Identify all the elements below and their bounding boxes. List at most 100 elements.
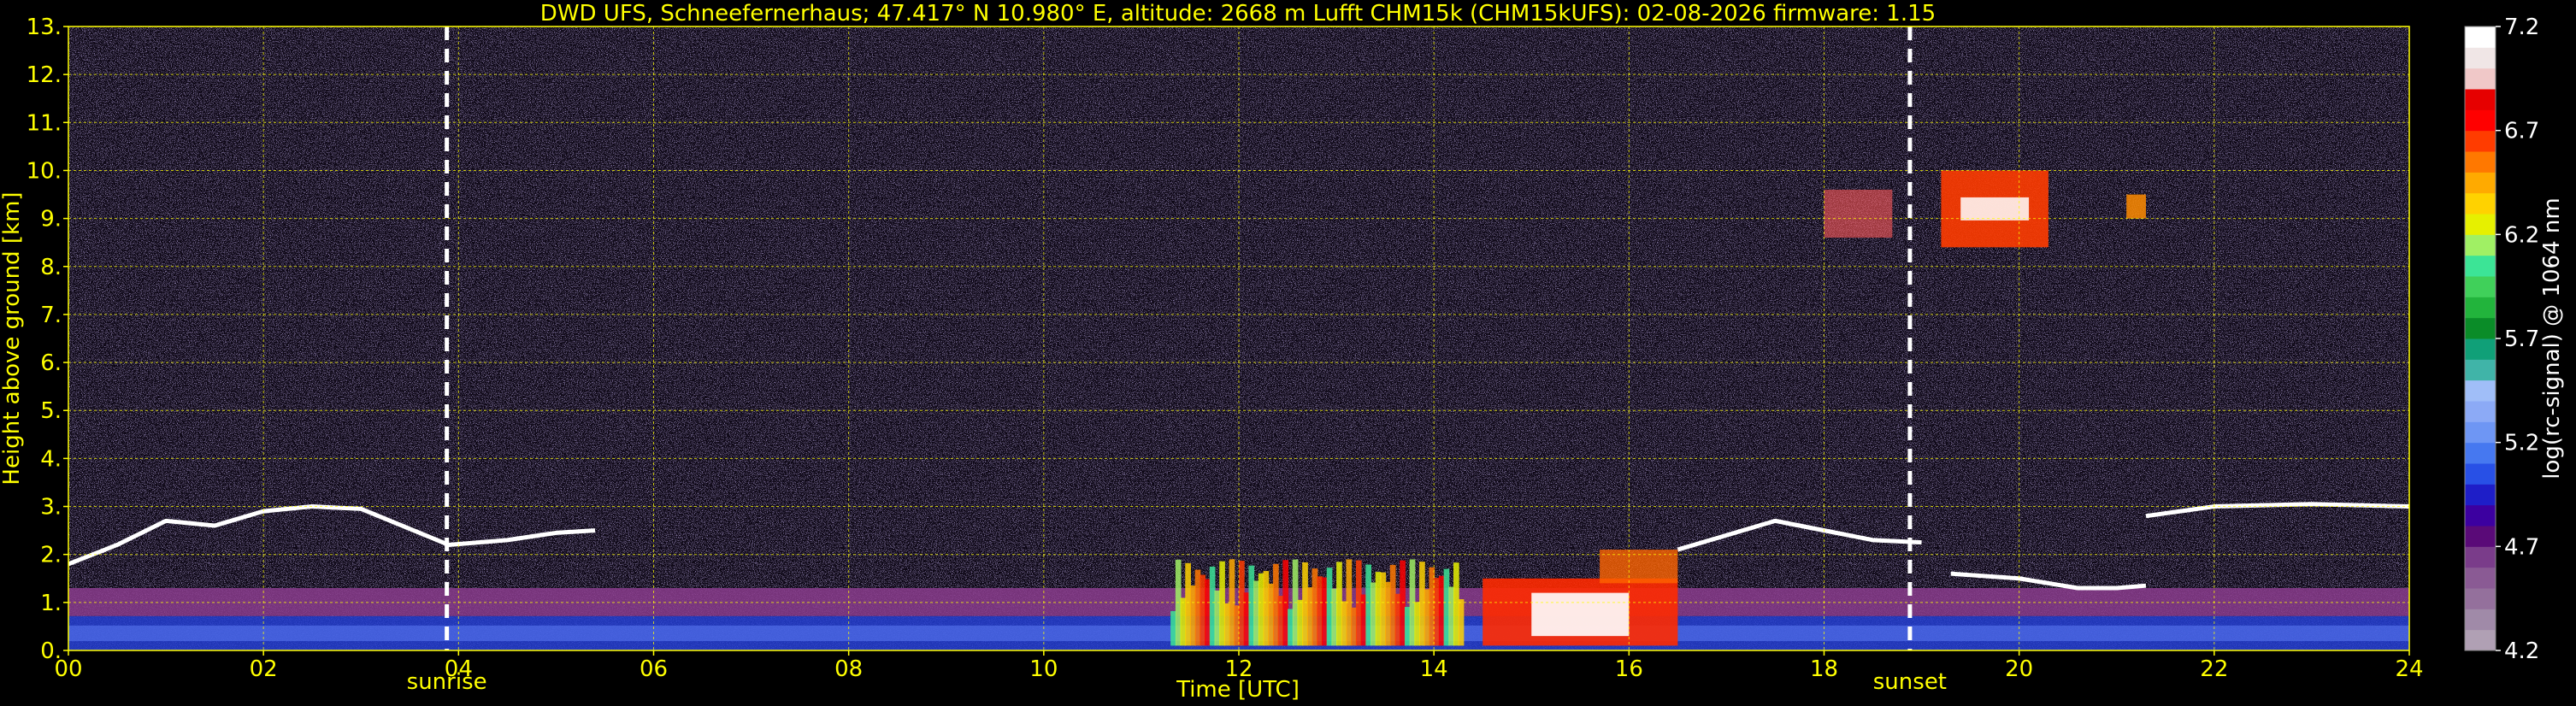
feature-convective-column bbox=[1223, 603, 1230, 646]
colorbar-tick-label: 4.7 bbox=[2504, 534, 2539, 560]
feature-convective-column bbox=[1243, 592, 1250, 646]
x-tick-label: 04 bbox=[445, 656, 473, 682]
colorbar-swatch bbox=[2465, 172, 2496, 194]
colorbar bbox=[2464, 26, 2496, 651]
colorbar-swatch bbox=[2465, 359, 2496, 381]
y-tick-label: 9. bbox=[40, 207, 62, 232]
y-tick-label: 2. bbox=[40, 543, 62, 568]
colorbar-tick-label: 6.7 bbox=[2504, 119, 2539, 144]
feature-convective-column bbox=[1288, 609, 1294, 646]
x-tick-label: 10 bbox=[1029, 656, 1058, 682]
feature-convective-column bbox=[1170, 610, 1176, 646]
feature-convective-column bbox=[1214, 590, 1221, 646]
event-label: sunset bbox=[1873, 669, 1947, 695]
colorbar-swatch bbox=[2465, 588, 2496, 609]
colorbar-swatch bbox=[2465, 484, 2496, 506]
colorbar-swatch bbox=[2465, 297, 2496, 319]
colorbar-swatch bbox=[2465, 338, 2496, 360]
colorbar-swatch bbox=[2465, 317, 2496, 339]
x-axis-label: Time [UTC] bbox=[1176, 677, 1300, 703]
colorbar-swatch bbox=[2465, 546, 2496, 568]
feature-convective-column bbox=[1375, 572, 1382, 646]
x-tick-label: 24 bbox=[2395, 656, 2423, 682]
feature-cirrus-patch bbox=[1824, 189, 1893, 238]
feature-convective-column bbox=[1253, 580, 1259, 646]
y-tick-label: 11. bbox=[27, 110, 62, 136]
colorbar-swatch bbox=[2465, 214, 2496, 235]
y-tick-label: 8. bbox=[40, 255, 62, 280]
feature-convective-column bbox=[1219, 561, 1225, 646]
feature-convective-column bbox=[1205, 579, 1211, 646]
x-tick-label: 00 bbox=[54, 656, 82, 682]
feature-convective-column bbox=[1194, 569, 1201, 646]
feature-convective-column bbox=[1189, 585, 1196, 646]
colorbar-swatch bbox=[2465, 109, 2496, 132]
y-tick-label: 13. bbox=[27, 15, 62, 40]
feature-convective-column bbox=[1424, 589, 1430, 646]
feature-convective-column bbox=[1448, 586, 1454, 646]
feature-convective-column bbox=[1258, 573, 1264, 646]
feature-convective-column bbox=[1438, 575, 1445, 646]
y-tick-label: 1. bbox=[40, 591, 62, 616]
colorbar-tick-label: 6.2 bbox=[2504, 222, 2539, 248]
x-tick-label: 14 bbox=[1420, 656, 1448, 682]
colorbar-swatch bbox=[2465, 567, 2496, 589]
y-tick-label: 12. bbox=[27, 62, 62, 88]
feature-convective-column bbox=[1321, 577, 1328, 646]
feature-convective-column bbox=[1268, 583, 1274, 646]
y-tick-label: 3. bbox=[40, 495, 62, 521]
y-tick-label: 5. bbox=[40, 398, 62, 424]
colorbar-swatch bbox=[2465, 68, 2496, 90]
feature-convective-column bbox=[1248, 565, 1255, 646]
feature-convective-column bbox=[1371, 582, 1376, 646]
colorbar-tick-label: 5.2 bbox=[2504, 431, 2539, 456]
chart-title: DWD UFS, Schneefernerhaus; 47.417° N 10.… bbox=[540, 1, 1936, 26]
colorbar-tick-label: 4.2 bbox=[2504, 638, 2539, 664]
ceilometer-chart: DWD UFS, Schneefernerhaus; 47.417° N 10.… bbox=[0, 0, 2576, 706]
colorbar-swatch bbox=[2465, 379, 2496, 402]
y-tick-label: 4. bbox=[40, 446, 62, 472]
feature-convective-column bbox=[1458, 599, 1465, 646]
feature-convective-column bbox=[1394, 593, 1401, 646]
x-tick-label: 18 bbox=[1810, 656, 1838, 682]
y-tick-label: 10. bbox=[27, 158, 62, 184]
feature-convective-column bbox=[1380, 572, 1387, 646]
x-tick-label: 06 bbox=[640, 656, 668, 682]
x-tick-label: 02 bbox=[250, 656, 278, 682]
feature-convective-column bbox=[1331, 588, 1338, 646]
x-tick-label: 16 bbox=[1615, 656, 1643, 682]
colorbar-tick-label: 7.2 bbox=[2504, 15, 2539, 40]
feature-convective-column bbox=[1277, 596, 1284, 646]
feature-convective-column bbox=[1297, 599, 1304, 646]
feature-convective-column bbox=[1317, 576, 1323, 646]
feature-convective-column bbox=[1209, 566, 1216, 646]
feature-cirrus-core bbox=[1960, 197, 2030, 221]
feature-convective-column bbox=[1434, 578, 1440, 646]
colorbar-swatch bbox=[2465, 255, 2496, 277]
feature-convective-column bbox=[1365, 564, 1372, 646]
colorbar-swatch bbox=[2465, 609, 2496, 631]
x-tick-label: 22 bbox=[2200, 656, 2228, 682]
feature-convective-column bbox=[1443, 568, 1450, 646]
colorbar-swatch bbox=[2465, 130, 2496, 152]
feature-convective-column bbox=[1414, 602, 1421, 646]
feature-convective-column bbox=[1341, 601, 1347, 646]
colorbar-swatch bbox=[2465, 463, 2496, 485]
y-tick-label: 6. bbox=[40, 350, 62, 376]
feature-convective-column bbox=[1326, 568, 1333, 646]
colorbar-swatch bbox=[2465, 401, 2496, 422]
y-axis-label: Height above ground [km] bbox=[0, 191, 25, 485]
colorbar-swatch bbox=[2465, 192, 2496, 215]
colorbar-swatch bbox=[2465, 47, 2496, 69]
colorbar-swatch bbox=[2465, 151, 2496, 173]
x-tick-label: 08 bbox=[834, 656, 863, 682]
plot-area: sunrise sunset bbox=[68, 26, 2410, 695]
feature-convective-column bbox=[1336, 562, 1342, 646]
feature-convective-column bbox=[1400, 560, 1406, 646]
feature-convective-column bbox=[1351, 607, 1357, 646]
feature-convective-column bbox=[1385, 581, 1391, 646]
colorbar-swatch bbox=[2465, 89, 2496, 110]
colorbar-swatch bbox=[2465, 276, 2496, 297]
y-tick-label: 7. bbox=[40, 303, 62, 328]
colorbar-swatch bbox=[2465, 26, 2496, 48]
